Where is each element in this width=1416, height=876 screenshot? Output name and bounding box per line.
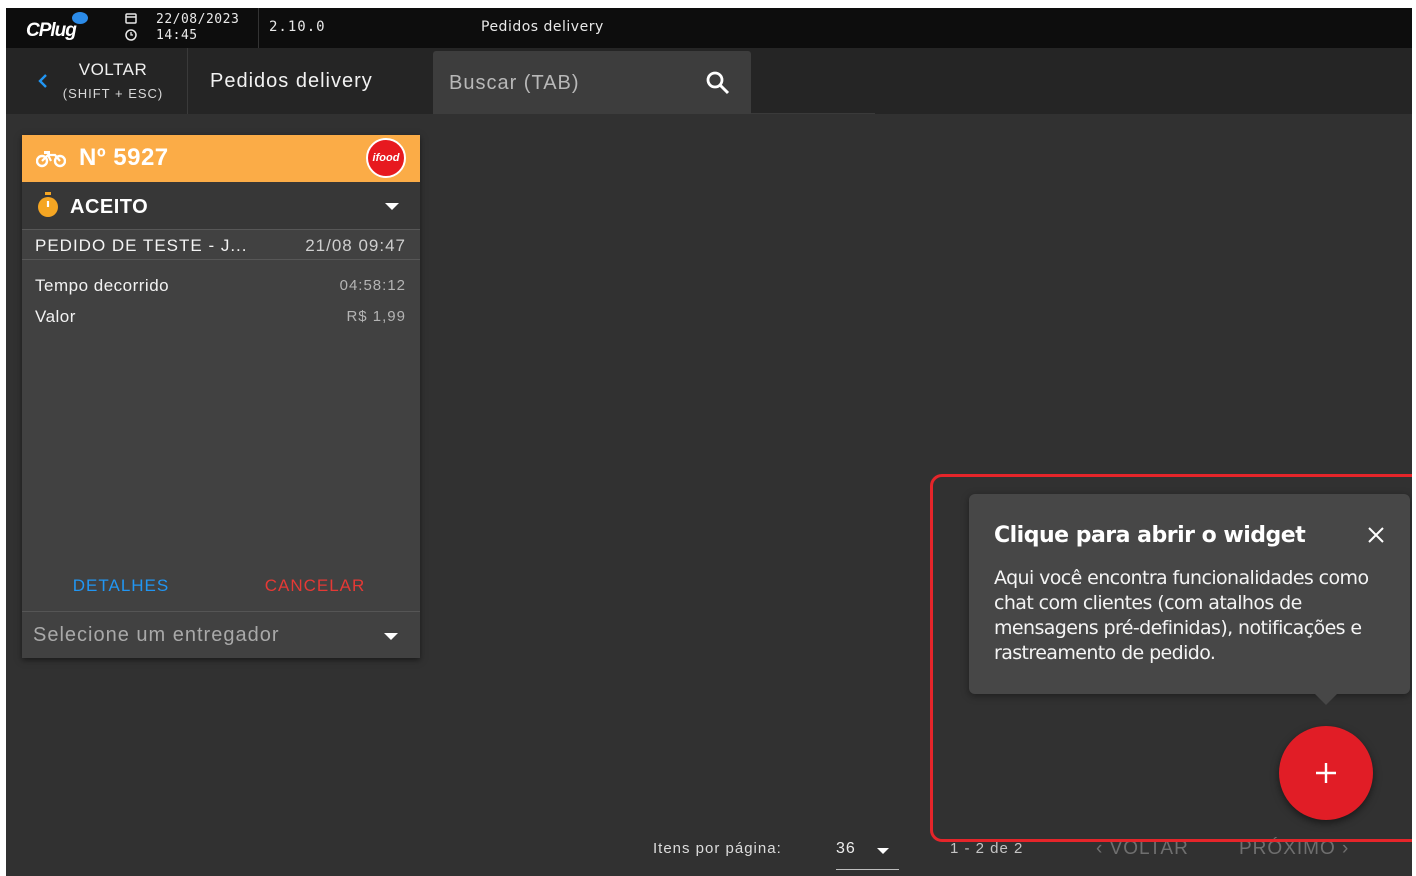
back-button[interactable]: VOLTAR (SHIFT + ESC) bbox=[6, 48, 188, 114]
search-icon[interactable] bbox=[705, 70, 731, 96]
divider bbox=[258, 8, 259, 48]
chevron-left-icon bbox=[38, 74, 47, 88]
order-card-header: Nº 5927 ifood bbox=[22, 135, 420, 182]
logo-bubble bbox=[72, 12, 88, 24]
order-number: Nº 5927 bbox=[79, 144, 169, 171]
time-text: 14:45 bbox=[156, 28, 198, 43]
cplug-logo: CPlug bbox=[26, 12, 92, 44]
top-bar: CPlug 22/08/2023 14:45 2.10.0 Pedidos de… bbox=[6, 8, 1412, 48]
value-amount: R$ 1,99 bbox=[346, 308, 406, 325]
order-status-dropdown[interactable]: ACEITO bbox=[22, 182, 420, 229]
nav-bar: VOLTAR (SHIFT + ESC) Pedidos delivery bbox=[6, 48, 1412, 114]
elapsed-label: Tempo decorrido bbox=[35, 276, 170, 295]
cancel-button[interactable]: CANCELAR bbox=[248, 571, 382, 601]
customer-name: PEDIDO DE TESTE - J... bbox=[35, 236, 248, 255]
ifood-logo: ifood bbox=[366, 138, 406, 178]
search-box[interactable] bbox=[433, 51, 751, 114]
elapsed-value: 04:58:12 bbox=[339, 277, 406, 294]
details-button[interactable]: DETALHES bbox=[56, 571, 186, 601]
items-per-page-value: 36 bbox=[836, 840, 856, 857]
order-date: 21/08 09:47 bbox=[305, 236, 406, 255]
items-per-page-select[interactable]: 36 bbox=[836, 830, 899, 870]
driver-select[interactable]: Selecione um entregador bbox=[22, 611, 420, 658]
order-status: ACEITO bbox=[70, 196, 149, 218]
pagination-range: 1 - 2 de 2 bbox=[950, 840, 1024, 857]
caret-down-icon bbox=[877, 848, 889, 854]
back-label: VOLTAR bbox=[78, 60, 148, 79]
caret-down-icon bbox=[385, 203, 399, 210]
motorcycle-icon bbox=[36, 151, 66, 168]
app-version: 2.10.0 bbox=[269, 19, 326, 35]
stopwatch-icon bbox=[38, 192, 58, 217]
datetime: 22/08/2023 14:45 bbox=[156, 12, 239, 44]
caret-down-icon bbox=[384, 633, 398, 640]
order-card: Nº 5927 ifood ACEITO PEDIDO DE TESTE - J… bbox=[22, 135, 420, 658]
calendar-clock-icon bbox=[125, 13, 137, 41]
customer-row: PEDIDO DE TESTE - J... 21/08 09:47 bbox=[22, 229, 420, 260]
app-window: CPlug 22/08/2023 14:45 2.10.0 Pedidos de… bbox=[6, 8, 1412, 876]
logo-text: CPlug bbox=[26, 20, 77, 41]
window-title: Pedidos delivery bbox=[481, 19, 604, 35]
value-label: Valor bbox=[35, 307, 76, 326]
highlight-outline bbox=[930, 474, 1412, 842]
items-per-page-label: Itens por página: bbox=[653, 840, 782, 857]
search-input[interactable] bbox=[449, 69, 689, 97]
date-text: 22/08/2023 bbox=[156, 12, 240, 27]
page-title: Pedidos delivery bbox=[210, 70, 373, 92]
nav-underline bbox=[751, 113, 875, 114]
back-shortcut: (SHIFT + ESC) bbox=[62, 86, 164, 101]
driver-select-placeholder: Selecione um entregador bbox=[33, 624, 280, 646]
